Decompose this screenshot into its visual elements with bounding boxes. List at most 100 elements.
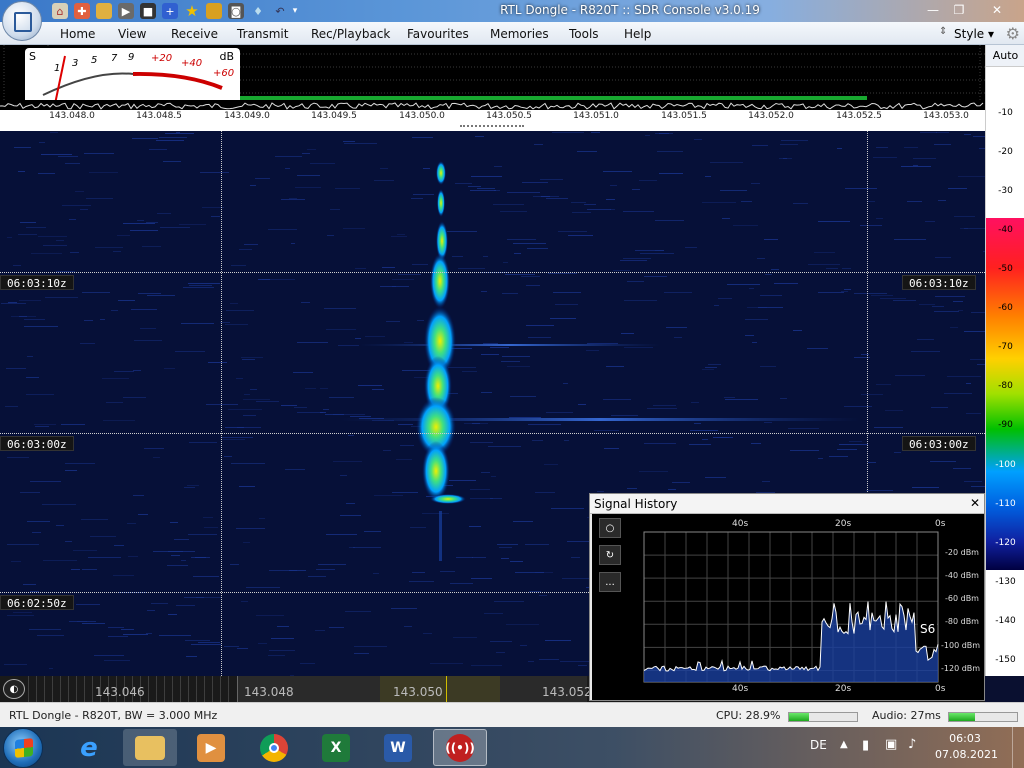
folder-icon[interactable] (96, 3, 112, 19)
history-dbm-label: -60 dBm (945, 594, 979, 603)
home-icon[interactable]: ⌂ (52, 3, 68, 19)
settings-gear-icon[interactable]: ⚙ (1006, 24, 1020, 43)
tray-network-icon[interactable]: ▣ (885, 737, 897, 752)
customize-dropdown-icon[interactable]: ▾ (290, 3, 300, 19)
folder-icon (135, 735, 165, 760)
style-chevron-icon[interactable]: ⇕ (939, 26, 947, 37)
window-title: RTL Dongle - R820T :: SDR Console v3.0.1… (500, 3, 760, 17)
language-indicator[interactable]: DE (810, 738, 827, 752)
scale-level: -70 (998, 342, 1013, 352)
show-desktop-button[interactable] (1012, 727, 1024, 768)
scale-level: -30 (998, 186, 1013, 196)
s-meter-tick: 9 (128, 52, 135, 63)
auto-scale-button[interactable]: Auto (986, 45, 1024, 67)
signal-history-title: Signal History (594, 497, 678, 511)
history-time-label: 40s (732, 519, 749, 529)
menu-receive[interactable]: Receive (171, 27, 218, 41)
splitter-grip[interactable] (460, 125, 524, 128)
scale-level: -110 (995, 499, 1016, 509)
band-overview-toggle-button[interactable]: ◐ (3, 679, 25, 699)
lock-icon[interactable] (206, 3, 222, 19)
menu-home[interactable]: Home (60, 27, 95, 41)
taskbar-sdr-console[interactable]: ((•)) (433, 729, 487, 766)
close-button[interactable]: ✕ (972, 0, 1022, 20)
style-menu[interactable]: Style ▾ (954, 27, 994, 41)
history-time-label: 20s (835, 519, 852, 529)
word-icon: W (384, 733, 412, 762)
audio-progress-fill (949, 713, 975, 721)
maximize-button[interactable]: ❐ (946, 0, 972, 20)
add-icon[interactable]: + (162, 3, 178, 19)
camera-icon[interactable]: ◙ (228, 3, 244, 19)
close-icon[interactable]: ✕ (970, 496, 980, 510)
history-dbm-label: -80 dBm (945, 617, 979, 626)
taskbar-word[interactable]: W (371, 729, 425, 766)
taskbar: e ▶ X W ((•)) DE ▲ ▮ ▣ ♪ 06:03 07.08.202… (0, 727, 1024, 768)
undo-icon[interactable]: ↶ (272, 3, 288, 19)
stop-icon[interactable]: ■ (140, 3, 156, 19)
time-label-right: 06:03:10z (902, 275, 976, 290)
status-bar: RTL Dongle - R820T, BW = 3.000 MHz CPU: … (0, 702, 1024, 727)
time-label-right: 06:03:00z (902, 436, 976, 451)
scale-level: -10 (998, 108, 1013, 118)
level-scale[interactable]: Auto -10 -20 -30 -40 -50 -60 -70 -80 -90… (985, 45, 1024, 676)
s-meter-tick: 7 (111, 53, 118, 64)
freq-label: 143.049.5 (311, 111, 357, 121)
history-dbm-label: -120 dBm (941, 664, 981, 673)
history-dbm-label: -100 dBm (941, 641, 981, 650)
s-meter-db-label: dB (219, 50, 234, 63)
cpu-progress-bar (788, 712, 858, 722)
start-button[interactable] (3, 728, 43, 768)
cpu-status: CPU: 28.9% (716, 709, 781, 722)
menu-memories[interactable]: Memories (490, 27, 549, 41)
taskbar-media[interactable]: ▶ (184, 729, 238, 766)
scale-level: -50 (998, 264, 1013, 274)
play-icon[interactable]: ▶ (118, 3, 134, 19)
s-meter-tick: 1 (54, 63, 61, 74)
tray-volume-icon[interactable]: ♪ (908, 737, 916, 752)
freq-label: 143.048.5 (136, 111, 182, 121)
media-player-icon: ▶ (197, 733, 225, 762)
tray-power-icon[interactable]: ▮ (862, 738, 869, 753)
sdr-console-icon: ((•)) (445, 733, 475, 762)
star-icon[interactable]: ★ (184, 2, 200, 20)
s-meter-tick: +20 (151, 53, 173, 64)
menu-favourites[interactable]: Favourites (407, 27, 469, 41)
taskbar-explorer[interactable] (123, 729, 177, 766)
scale-level: -80 (998, 381, 1013, 391)
freq-label: 143.052.5 (836, 111, 882, 121)
internet-explorer-icon: e (80, 732, 98, 763)
history-dbm-label: -20 dBm (945, 548, 979, 557)
s-meter-tick: 3 (72, 58, 79, 69)
title-bar: ⌂ ✚ ▶ ■ + ★ ◙ ♦ ↶ ▾ RTL Dongle - R820T :… (0, 0, 1024, 22)
history-dbm-label: -40 dBm (945, 571, 979, 580)
waterfall-gridline (221, 131, 222, 676)
freq-label: 143.050.0 (399, 111, 445, 121)
droplet-icon[interactable]: ♦ (250, 3, 266, 19)
audio-status: Audio: 27ms (872, 709, 941, 722)
signal-history-titlebar[interactable]: Signal History ✕ (590, 494, 984, 514)
tray-expand-icon[interactable]: ▲ (840, 739, 848, 750)
taskbar-chrome[interactable] (247, 729, 301, 766)
interference-line (360, 344, 660, 346)
s-reading-label: S6 (918, 622, 938, 636)
freq-label: 143.051.0 (573, 111, 619, 121)
taskbar-ie[interactable]: e (62, 729, 116, 766)
menu-transmit[interactable]: Transmit (237, 27, 288, 41)
minimize-button[interactable]: — (920, 0, 946, 20)
scale-level: -150 (995, 655, 1016, 665)
scale-level: -120 (995, 538, 1016, 548)
history-time-label: 20s (835, 684, 852, 694)
taskbar-excel[interactable]: X (309, 729, 363, 766)
menu-help[interactable]: Help (624, 27, 651, 41)
clock[interactable]: 06:03 07.08.2021 (935, 731, 998, 763)
menu-tools[interactable]: Tools (569, 27, 599, 41)
frequency-axis[interactable]: 143.048.0 143.048.5 143.049.0 143.049.5 … (0, 110, 985, 125)
scale-level: -100 (995, 460, 1016, 470)
app-menu-button[interactable] (2, 1, 42, 41)
menu-rec-playback[interactable]: Rec/Playback (311, 27, 390, 41)
scale-level: -130 (995, 577, 1016, 587)
history-time-label: 0s (935, 684, 946, 694)
menu-view[interactable]: View (118, 27, 146, 41)
lifebuoy-icon[interactable]: ✚ (74, 3, 90, 19)
